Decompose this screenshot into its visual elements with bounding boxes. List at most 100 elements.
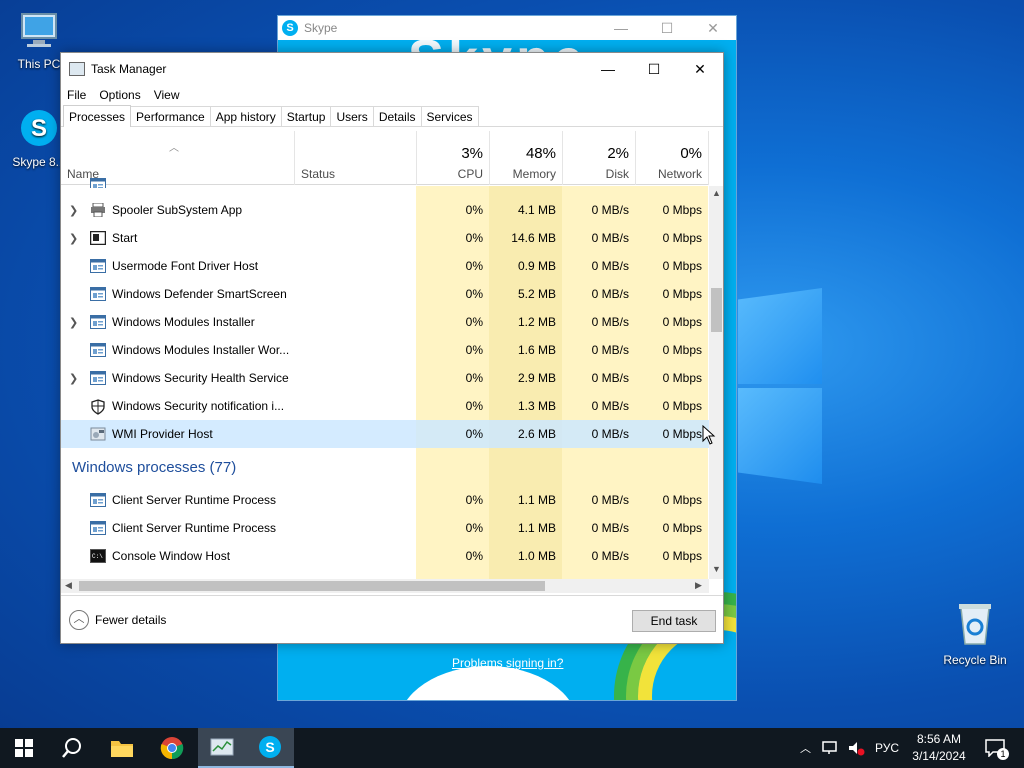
memory-value: 1.0 MB <box>517 549 556 563</box>
scroll-right-icon[interactable]: ▶ <box>695 580 702 591</box>
tab-processes[interactable]: Processes <box>63 105 132 127</box>
process-table: ︿ Name Status 3% CPU 48% Memory 2% Disk … <box>61 131 709 579</box>
table-row[interactable]: Client Server Runtime Process 0% 1.1 MB 0 M… <box>61 514 709 542</box>
problems-signing-in-link[interactable]: Problems signing in? <box>452 656 563 670</box>
start-app-icon <box>89 230 107 246</box>
table-row[interactable]: WMI Provider Host 0% 2.6 MB 0 MB/s 0 Mbps <box>61 420 709 448</box>
memory-value: 1.1 MB <box>517 521 556 535</box>
group-header-windows-processes[interactable]: Windows processes (77) <box>72 459 236 476</box>
maximize-button[interactable]: ☐ <box>631 53 677 85</box>
table-row[interactable]: ❯ Spooler SubSystem App 0% 4.1 MB 0 MB/s 0 Mb… <box>61 196 709 224</box>
memory-value: 1.1 MB <box>517 493 556 507</box>
cpu-value: 0% <box>465 427 483 441</box>
tab-startup[interactable]: Startup <box>280 106 332 126</box>
show-hidden-icons-chevron-icon[interactable]: ︿ <box>800 740 811 756</box>
task-manager-taskbar-button[interactable] <box>198 728 246 768</box>
mouse-cursor-icon <box>702 425 716 445</box>
table-row[interactable]: Windows Modules Installer Wor... 0% 1.6 MB… <box>61 336 709 364</box>
network-icon[interactable] <box>821 740 839 756</box>
window-app-icon <box>90 343 106 357</box>
table-row[interactable]: Windows Security notification i... 0% 1.3 … <box>61 392 709 420</box>
menu-bar: File Options View <box>61 85 723 105</box>
tab-details[interactable]: Details <box>372 106 422 126</box>
skype-taskbar-button[interactable]: S <box>246 728 294 768</box>
minimize-button[interactable]: — <box>598 20 644 37</box>
fewer-details-button[interactable]: ︿ Fewer details <box>69 610 166 630</box>
search-button[interactable] <box>48 728 96 768</box>
desktop-icon-recycle-bin[interactable]: Recycle Bin <box>940 600 1010 667</box>
close-button[interactable]: ✕ <box>690 20 736 37</box>
column-header-network[interactable]: 0% Network <box>635 131 708 185</box>
process-name: Client Server Runtime Process <box>112 521 277 535</box>
tab-users[interactable]: Users <box>330 106 374 126</box>
memory-value: 0.9 MB <box>517 259 556 273</box>
window-app-icon <box>90 287 106 301</box>
memory-value: 5.2 MB <box>517 287 556 301</box>
column-header-memory[interactable]: 48% Memory <box>489 131 562 185</box>
table-row[interactable]: Client Server Runtime Process 0% 1.1 MB 0 M… <box>61 486 709 514</box>
column-header-power[interactable]: P <box>708 131 709 185</box>
network-value: 0 Mbps <box>662 343 702 357</box>
desktop-icon-label: Recycle Bin <box>943 653 1007 667</box>
expand-chevron-icon[interactable]: ❯ <box>69 204 78 217</box>
input-language-indicator[interactable]: РУС <box>875 741 899 755</box>
tab-app-history[interactable]: App history <box>209 106 282 126</box>
window-app-icon <box>90 521 106 535</box>
menu-view[interactable]: View <box>154 88 180 102</box>
skype-icon: S <box>259 736 281 758</box>
table-row[interactable]: Windows Defender SmartScreen 0% 5.2 MB 0 MB… <box>61 280 709 308</box>
vertical-scroll-thumb[interactable] <box>711 288 722 332</box>
memory-label: Memory <box>512 167 556 181</box>
start-button[interactable] <box>0 728 48 768</box>
scroll-up-icon[interactable]: ▲ <box>712 188 721 198</box>
scroll-down-icon[interactable]: ▼ <box>712 564 721 574</box>
chrome-button[interactable] <box>148 728 196 768</box>
maximize-button[interactable]: ☐ <box>644 20 690 37</box>
column-header-disk[interactable]: 2% Disk <box>562 131 635 185</box>
cpu-value: 0% <box>465 343 483 357</box>
disk-value: 0 MB/s <box>591 259 629 273</box>
cpu-value: 0% <box>465 287 483 301</box>
menu-options[interactable]: Options <box>99 88 140 102</box>
window-app-icon <box>90 493 106 507</box>
tab-performance[interactable]: Performance <box>130 106 211 126</box>
scroll-left-icon[interactable]: ◀ <box>65 580 72 591</box>
window-title: Task Manager <box>91 62 167 76</box>
window-app-icon <box>90 259 106 273</box>
window-app-icon <box>90 178 106 188</box>
disk-value: 0 MB/s <box>591 315 629 329</box>
vertical-scrollbar[interactable]: ▲ ▼ <box>709 186 723 579</box>
process-name: Windows Security notification i... <box>112 399 285 413</box>
table-row[interactable]: ❯ Windows Security Health Service 0% 2.9 MB… <box>61 364 709 392</box>
task-manager-titlebar[interactable]: Task Manager — ☐ ✕ <box>61 53 723 85</box>
expand-chevron-icon[interactable]: ❯ <box>69 232 78 245</box>
table-row[interactable]: ❯ Start 0% 14.6 MB 0 MB/s 0 Mbps <box>61 224 709 252</box>
network-value: 0 Mbps <box>662 493 702 507</box>
column-header-cpu[interactable]: 3% CPU <box>416 131 489 185</box>
table-row[interactable]: C:\ Console Window Host 0% 1.0 MB 0 MB/s 0 Mb… <box>61 542 709 570</box>
column-header-status[interactable]: Status <box>294 131 416 185</box>
memory-total: 48% <box>525 145 556 162</box>
file-explorer-button[interactable] <box>98 728 146 768</box>
expand-chevron-icon[interactable]: ❯ <box>69 372 78 385</box>
close-button[interactable]: ✕ <box>677 53 723 85</box>
action-center-button[interactable]: 1 <box>980 728 1010 768</box>
horizontal-scrollbar[interactable]: ◀ ▶ <box>61 579 709 593</box>
windows-start-icon <box>15 739 33 757</box>
horizontal-scroll-thumb[interactable] <box>79 581 545 591</box>
tab-services[interactable]: Services <box>420 106 479 126</box>
menu-file[interactable]: File <box>67 88 86 102</box>
search-icon <box>62 738 81 758</box>
volume-muted-icon[interactable] <box>847 740 865 756</box>
folder-icon <box>111 741 133 757</box>
table-row[interactable]: ❯ Windows Modules Installer 0% 1.2 MB 0 MB/s… <box>61 308 709 336</box>
process-name: Windows Modules Installer Wor... <box>112 343 290 357</box>
process-name: Start <box>112 231 138 245</box>
table-row[interactable]: Usermode Font Driver Host 0% 0.9 MB 0 MB/s 0… <box>61 252 709 280</box>
taskbar-clock[interactable]: 8:56 AM 3/14/2024 <box>905 731 973 765</box>
task-manager-window[interactable]: Task Manager — ☐ ✕ File Options View Pro… <box>60 52 724 644</box>
expand-chevron-icon[interactable]: ❯ <box>69 316 78 329</box>
end-task-button[interactable]: End task <box>632 610 716 632</box>
disk-value: 0 MB/s <box>591 399 629 413</box>
minimize-button[interactable]: — <box>585 53 631 85</box>
